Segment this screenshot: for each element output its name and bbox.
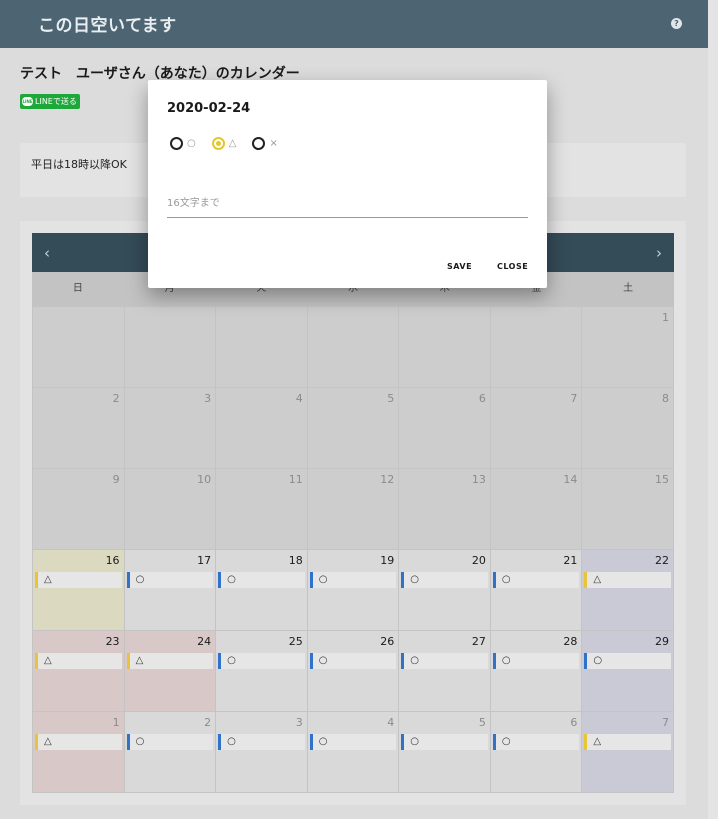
- availability-radio[interactable]: △: [211, 137, 237, 150]
- radio-label: ○: [187, 138, 196, 149]
- save-button[interactable]: SAVE: [447, 262, 472, 271]
- availability-radio-group: ○ △ ×: [170, 137, 294, 150]
- availability-radio[interactable]: ×: [252, 137, 278, 150]
- radio-unchecked-icon[interactable]: [170, 137, 183, 150]
- radio-unchecked-icon[interactable]: [252, 137, 266, 150]
- comment-input[interactable]: [167, 190, 528, 218]
- availability-dialog: 2020-02-24 ○ △ × SAVE CLOSE: [148, 80, 547, 288]
- scrollbar[interactable]: [708, 0, 718, 819]
- radio-label: △: [228, 138, 237, 149]
- radio-checked-icon[interactable]: [211, 137, 225, 150]
- dialog-title: 2020-02-24: [167, 101, 251, 116]
- availability-radio[interactable]: ○: [170, 137, 196, 150]
- close-button[interactable]: CLOSE: [497, 262, 528, 271]
- radio-label: ×: [269, 138, 278, 149]
